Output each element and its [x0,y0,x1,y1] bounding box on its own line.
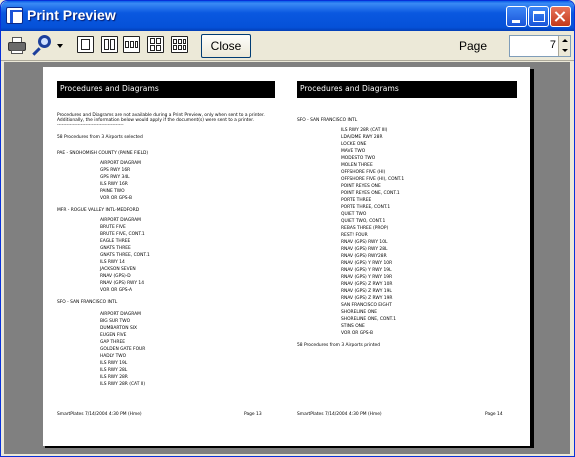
procedure-item: ILS RWY 19L [100,361,128,366]
minimize-button[interactable] [506,6,527,27]
procedure-item: JACKSON SEVEN [100,267,136,272]
procedure-item: GNATS THREE, CONT.1 [100,253,150,258]
preview-page: Procedures and Diagrams Procedures and D… [43,67,530,446]
procedure-item: OFFSHORE FIVE (HI), CONT.1 [341,177,405,182]
close-icon [551,7,570,26]
procedure-item: SAN FRANCISCO EIGHT [341,303,392,308]
procedure-item: AIRPORT DIAGRAM [100,312,141,317]
procedure-item: QUIET TWO [341,212,367,217]
procedure-item: VOR OR GPS-B [100,196,133,201]
airport-heading: SFO - SAN FRANCISCO INTL [57,300,118,305]
procedure-item: LDA/DME RWY 28R [341,135,383,140]
print-preview-window: Print Preview Close Page 7 Procedures an… [0,0,575,457]
procedure-item: ILS RWY 16R [100,182,128,187]
airport-heading: MFR - ROGUE VALLEY INTL-MEDFORD [57,208,140,213]
preview-area[interactable]: Procedures and Diagrams Procedures and D… [4,62,570,454]
procedure-item: SHORELINE ONE, CONT.1 [341,317,397,322]
procedure-item: ILS RWY 14 [100,260,125,265]
spin-down-icon[interactable] [558,46,570,56]
procedure-item: REBAS THREE (PROP) [341,226,389,231]
procedure-item: RNAV (GPS) Z RWY 19R [341,296,393,301]
toolbar: Close Page 7 [1,31,574,61]
procedure-item: PAINE TWO [100,189,125,194]
procedure-item: QUIET TWO, CONT.1 [341,219,386,224]
procedure-item: RNAV (GPS) Y RWY 19L [341,268,392,273]
magnifier-icon[interactable] [32,35,52,57]
procedure-item: MAVE TWO [341,149,366,154]
window-title: Print Preview [27,7,116,23]
maximize-button[interactable] [528,6,549,27]
procedure-item: POINT REYES ONE, CONT.1 [341,191,400,196]
spin-up-icon[interactable] [558,36,570,46]
procedure-item: DUMBARTON SIX [100,326,138,331]
page-label: Page [459,39,488,53]
procedure-item: ILS RWY 28R (CAT III) [341,128,388,133]
procedure-item: GNATS THREE [100,246,131,251]
right-footer-info: SmartPlates 7/14/2004 4:30 PM (Hme) [297,412,382,417]
procedure-item: RNAV (GPS) Y RWY 19R [341,275,393,280]
procedure-item: RNAV (GPS) RWY28R [341,254,387,259]
procedure-item: MODESTO TWO [341,156,376,161]
procedure-item: ILS RWY 28L [100,368,128,373]
procedure-item: RNAV (GPS) RWY 28L [341,247,388,252]
close-window-button[interactable] [550,6,571,27]
minimize-icon [512,20,520,23]
procedure-item: RNAV (GPS)-D [100,274,131,279]
procedure-item: HADLY TWO [100,354,127,359]
procedure-item: SHORELINE ONE [341,310,378,315]
procedure-item: POINT REYES ONE [341,184,381,189]
one-page-button[interactable] [77,36,94,53]
four-pages-button[interactable] [147,36,164,53]
close-button[interactable]: Close [201,34,251,58]
procedure-item: STINS ONE [341,324,365,329]
procedure-item: REST! FOUR [341,233,368,238]
left-footer-info: SmartPlates 7/14/2004 4:30 PM (Hme) [57,412,142,417]
procedure-item: PORTE THREE, CONT.1 [341,205,391,210]
procedure-item: ILS RWY 28R (CAT II) [100,382,146,387]
title-bar[interactable]: Print Preview [1,1,574,31]
procedure-item: RNAV (GPS) Z RWY 10R [341,282,393,287]
procedure-item: LOCKE ONE [341,142,367,147]
procedure-item: RNAV (GPS) RWY 14 [100,281,144,286]
left-page-banner: Procedures and Diagrams [57,81,275,98]
page-number-spinner[interactable]: 7 [509,35,571,57]
right-page-banner: Procedures and Diagrams [297,81,517,98]
procedure-item: RNAV (GPS) Y RWY 10R [341,261,393,266]
two-pages-button[interactable] [101,36,118,53]
zoom-dropdown-arrow-icon[interactable] [57,44,63,48]
procedure-item: AIRPORT DIAGRAM [100,218,141,223]
procedure-item: VOR OR GPS-A [100,288,133,293]
six-pages-button[interactable] [171,36,188,53]
airport-heading: PAE - SNOHOMISH COUNTY (PAINE FIELD) [57,151,149,156]
procedure-item: EAGLE THREE [100,239,131,244]
procedure-item: GPS RWY 16R [100,168,131,173]
procedure-item: EUGEN FIVE [100,333,127,338]
procedure-item: MOLEN THREE [341,163,373,168]
procedure-item: BRUTE FIVE [100,225,126,230]
notice-rule: ----------------------------------------… [57,123,124,128]
airport-heading: SFO - SAN FRANCISCO INTL [297,118,358,123]
app-icon[interactable] [6,7,23,24]
procedure-item: VOR OR GPS-B [341,331,374,336]
procedure-item: RNAV (GPS) RWY 10L [341,240,388,245]
procedure-item: BIG SUR TWO [100,319,131,324]
procedure-item: GPS RWY 34L [100,175,130,180]
selected-summary: 58 Procedures from 3 Airports selected [57,135,143,140]
procedure-item: BRUTE FIVE, CONT.1 [100,232,145,237]
procedure-item: RNAV (GPS) Z RWY 19L [341,289,392,294]
right-footer-page: Page 14 [485,412,503,417]
procedure-item: ILS RWY 28R [100,375,128,380]
three-pages-button[interactable] [123,36,140,53]
maximize-icon [533,11,545,22]
left-footer-page: Page 13 [244,412,262,417]
printed-summary: 58 Procedures from 3 Airports printed [297,343,381,348]
page-number-value[interactable]: 7 [550,39,556,51]
procedure-item: PORTE THREE [341,198,372,203]
procedure-item: GAP THREE [100,340,126,345]
procedure-item: GOLDEN GATE FOUR [100,347,146,352]
procedure-item: OFFSHORE FIVE (HI) [341,170,386,175]
procedure-item: AIRPORT DIAGRAM [100,161,141,166]
printer-icon[interactable] [7,35,27,57]
